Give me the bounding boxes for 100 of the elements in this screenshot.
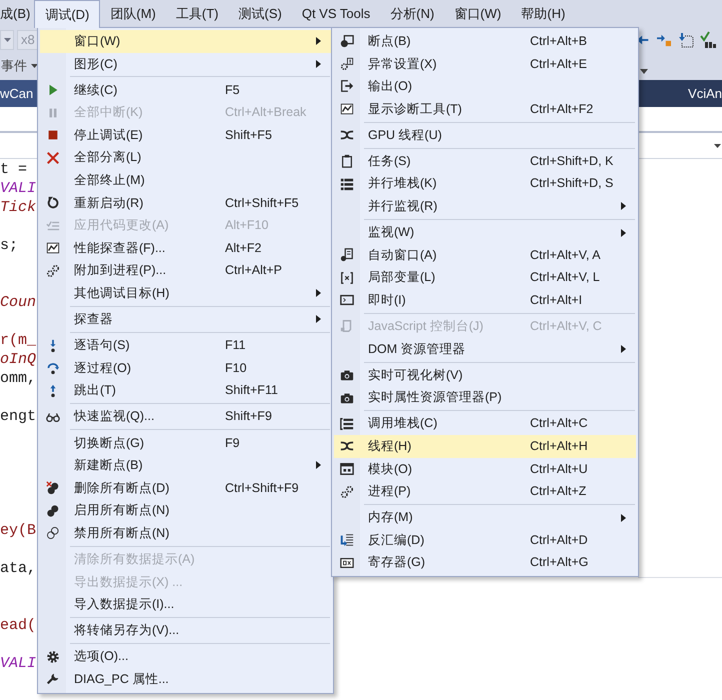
menu-item[interactable]: 自动窗口(A) Ctrl+Alt+V, A bbox=[334, 244, 636, 266]
menu-item[interactable]: 切换断点(G) F9 bbox=[40, 432, 331, 454]
menu-item[interactable]: 显示诊断工具(T) Ctrl+Alt+F2 bbox=[334, 98, 636, 120]
menu-item[interactable]: 快速监视(Q)... Shift+F9 bbox=[40, 406, 331, 428]
code-text: oInQ bbox=[0, 350, 36, 369]
menu-bar-item[interactable]: 工具(T) bbox=[166, 0, 228, 27]
breakpoints-delete-icon bbox=[46, 481, 60, 496]
menu-item[interactable]: 重新启动(R) Ctrl+Shift+F5 bbox=[40, 192, 331, 214]
gear-warning-icon bbox=[340, 56, 354, 71]
code-text: r(m_ bbox=[0, 331, 36, 350]
menu-bar-item[interactable]: 帮助(H) bbox=[511, 0, 576, 27]
menu-bar-item[interactable]: Qt VS Tools bbox=[292, 0, 380, 27]
step-arrow-icon[interactable] bbox=[678, 32, 694, 48]
menu-item[interactable]: 其他调试目标(H) bbox=[40, 282, 331, 305]
list-icon bbox=[340, 416, 354, 431]
settings-icon bbox=[46, 650, 60, 664]
menu-item[interactable]: 监视(W) bbox=[334, 221, 636, 244]
dropdown-field[interactable] bbox=[0, 30, 14, 50]
menu-item[interactable]: DOM 资源管理器 bbox=[334, 338, 636, 360]
menu-item[interactable]: 任务(S) Ctrl+Shift+D, K bbox=[334, 150, 636, 173]
code-text: Coun bbox=[0, 293, 36, 312]
menu-bar-item[interactable]: 窗口(W) bbox=[444, 0, 512, 27]
menu-item[interactable]: 异常设置(X) Ctrl+Alt+E bbox=[334, 52, 636, 76]
camera-icon bbox=[340, 368, 354, 382]
menu-item[interactable]: 输出(O) bbox=[334, 75, 636, 98]
caret-icon bbox=[31, 64, 38, 68]
code-text: ey(B bbox=[0, 521, 36, 540]
menu-item[interactable]: 调用堆栈(C) Ctrl+Alt+C bbox=[334, 412, 636, 436]
curved-arrow-icon bbox=[46, 361, 60, 376]
breakpoints-icon bbox=[46, 504, 60, 518]
disassembly-icon bbox=[340, 533, 354, 548]
forward-arrow-icon[interactable] bbox=[656, 32, 672, 46]
menu-item[interactable]: 附加到进程(P)... Ctrl+Alt+P bbox=[40, 259, 331, 282]
menu-bar-item[interactable]: 团队(M) bbox=[100, 0, 166, 27]
menu-item[interactable]: 进程(P) Ctrl+Alt+Z bbox=[334, 480, 636, 503]
menu-item[interactable]: 跳出(T) Shift+F11 bbox=[40, 379, 331, 402]
hollow-breakpoints-icon bbox=[46, 526, 60, 540]
code-text: ead( bbox=[0, 616, 36, 635]
menu-item[interactable]: 全部分离(L) bbox=[40, 146, 331, 170]
menu-item[interactable]: 线程(H) Ctrl+Alt+H bbox=[334, 435, 636, 458]
brackets-icon bbox=[340, 270, 354, 285]
menu-item[interactable]: 内存(M) bbox=[334, 506, 636, 529]
menu-item[interactable]: 断点(B) Ctrl+Alt+B bbox=[334, 30, 636, 53]
caret-icon bbox=[714, 144, 721, 148]
code-text: VALI bbox=[0, 179, 36, 198]
menu-item[interactable]: 启用所有断点(N) bbox=[40, 499, 331, 522]
menu-item[interactable]: 模块(O) Ctrl+Alt+U bbox=[334, 458, 636, 480]
menu-item[interactable]: 性能探查器(F)... Alt+F2 bbox=[40, 236, 331, 260]
menu-item[interactable]: 寄存器(G) Ctrl+Alt+G bbox=[334, 552, 636, 574]
menu-item[interactable]: 局部变量(L) Ctrl+Alt+V, L bbox=[334, 266, 636, 290]
terminal-icon bbox=[340, 293, 354, 308]
breakpoint-window-icon bbox=[340, 34, 354, 48]
menu-item[interactable]: 新建断点(B) bbox=[40, 454, 331, 477]
cross-icon bbox=[46, 150, 60, 165]
menu-item[interactable]: 逐语句(S) F11 bbox=[40, 334, 331, 357]
menu-item[interactable]: 反汇编(D) Ctrl+Alt+D bbox=[334, 528, 636, 552]
menu-bar-item[interactable]: 分析(N) bbox=[380, 0, 444, 27]
crossed-lines-icon bbox=[340, 439, 354, 454]
menu-item[interactable]: 并行堆栈(K) Ctrl+Shift+D, S bbox=[334, 172, 636, 196]
document-icon bbox=[340, 248, 354, 262]
menu-item[interactable]: 删除所有断点(D) Ctrl+Shift+F9 bbox=[40, 476, 331, 500]
module-icon bbox=[340, 462, 354, 476]
menu-item[interactable]: 并行监视(R) bbox=[334, 195, 636, 218]
menu-item[interactable]: 禁用所有断点(N) bbox=[40, 522, 331, 545]
clipboard-icon bbox=[340, 154, 354, 168]
chart-icon bbox=[340, 102, 354, 116]
document-tab[interactable]: VciAn bbox=[650, 80, 722, 107]
menu-item[interactable]: 继续(C) F5 bbox=[40, 78, 331, 102]
menu-item[interactable]: 即时(I) Ctrl+Alt+I bbox=[334, 289, 636, 312]
console-icon bbox=[340, 319, 354, 334]
camera-icon bbox=[340, 390, 354, 405]
menu-item[interactable]: 图形(C) bbox=[40, 52, 331, 76]
register-icon bbox=[340, 556, 354, 570]
document-tab[interactable]: wCan bbox=[0, 80, 40, 107]
code-text: omm, bbox=[0, 369, 36, 388]
chart-icon bbox=[46, 241, 60, 256]
menu-item[interactable]: 全部终止(M) bbox=[40, 169, 331, 192]
menu-bar-item[interactable]: 成(B) bbox=[0, 0, 34, 27]
menu-item[interactable]: 实时属性资源管理器(P) bbox=[334, 386, 636, 409]
code-text: VALI bbox=[0, 654, 36, 673]
menu-item[interactable]: GPU 线程(U) bbox=[334, 124, 636, 146]
caret-icon bbox=[640, 68, 648, 74]
menu-item[interactable]: 窗口(W) bbox=[40, 30, 331, 53]
menu-bar-item[interactable]: 测试(S) bbox=[228, 0, 292, 27]
menu-item[interactable]: 探查器 bbox=[40, 308, 331, 331]
gears-icon bbox=[340, 484, 354, 499]
menu-item[interactable]: DIAG_PC 属性... bbox=[40, 668, 331, 691]
menu-item[interactable]: 停止调试(E) Shift+F5 bbox=[40, 124, 331, 146]
menu-item[interactable]: 将转储另存为(V)... bbox=[40, 619, 331, 642]
menu-item[interactable]: 导入数据提示(I)... bbox=[40, 593, 331, 616]
checklist-icon bbox=[46, 218, 60, 233]
caret-icon bbox=[4, 38, 10, 42]
menu-item[interactable]: 逐过程(O) F10 bbox=[40, 356, 331, 380]
code-text: Tick bbox=[0, 198, 36, 217]
code-text: s; bbox=[0, 236, 18, 255]
menu-bar-item[interactable]: 调试(D) bbox=[34, 0, 100, 28]
menu-item[interactable]: 选项(O)... bbox=[40, 645, 331, 668]
menu-item[interactable]: 实时可视化树(V) bbox=[334, 364, 636, 386]
spellcheck-icon[interactable] bbox=[700, 30, 718, 48]
events-dropdown[interactable]: 事件 bbox=[1, 56, 27, 76]
